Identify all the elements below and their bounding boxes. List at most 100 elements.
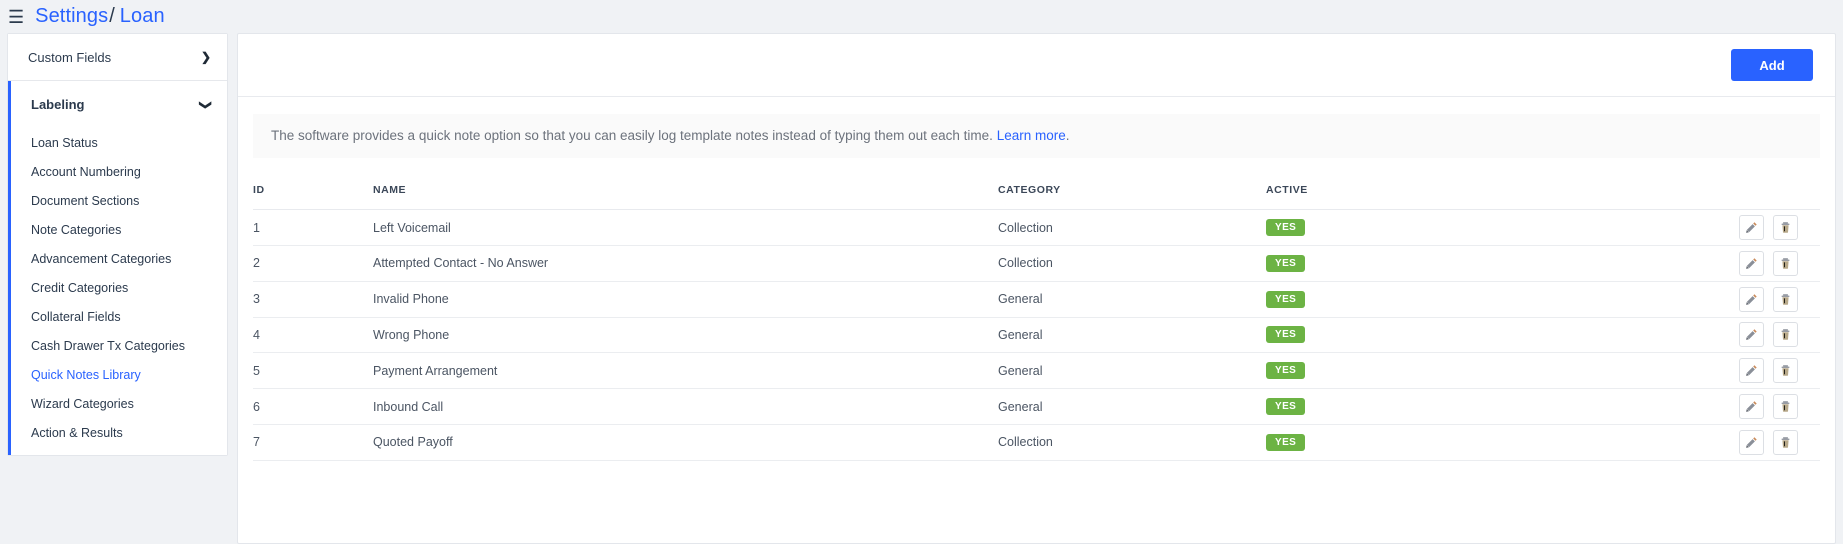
status-badge-active: YES xyxy=(1266,433,1306,451)
breadcrumb-loan[interactable]: Loan xyxy=(120,5,165,28)
table-body: 1 Left Voicemail Collection YES 2 Attempted C… xyxy=(253,209,1820,461)
quick-notes-table: ID NAME CATEGORY ACTIVE 1 Left Voicemail C… xyxy=(253,158,1820,461)
cell-name: Quoted Payoff xyxy=(373,424,998,461)
status-badge-active: YES xyxy=(1266,398,1306,416)
table-row[interactable]: 6 Inbound Call General YES xyxy=(253,388,1820,425)
sidebar-item-account-numbering[interactable]: Account Numbering xyxy=(11,157,227,186)
cell-active: YES xyxy=(1266,281,1721,318)
table-row[interactable]: 4 Wrong Phone General YES xyxy=(253,317,1820,354)
delete-trash-icon[interactable] xyxy=(1773,394,1798,420)
cell-actions xyxy=(1721,352,1820,390)
status-badge-active: YES xyxy=(1266,362,1306,380)
add-button[interactable]: Add xyxy=(1731,49,1813,81)
cell-actions xyxy=(1721,317,1820,354)
delete-trash-icon[interactable] xyxy=(1773,322,1798,348)
table-row[interactable]: 2 Attempted Contact - No Answer Collection… xyxy=(253,245,1820,282)
cell-category: Collection xyxy=(998,209,1266,246)
cell-id: 5 xyxy=(253,352,373,390)
sidebar-item-labeling[interactable]: Labeling ❯ xyxy=(11,81,227,128)
chevron-down-icon[interactable]: ❯ xyxy=(199,99,213,109)
cell-id: 2 xyxy=(253,245,373,282)
hamburger-icon[interactable]: ☰ xyxy=(8,8,24,26)
cell-actions xyxy=(1721,388,1820,425)
row-action-group xyxy=(1721,250,1820,276)
column-header-active[interactable]: ACTIVE xyxy=(1266,158,1721,211)
edit-pencil-icon[interactable] xyxy=(1739,215,1764,241)
sidebar-item-advancement-categories[interactable]: Advancement Categories xyxy=(11,244,227,273)
breadcrumb-separator: / xyxy=(109,5,115,27)
column-header-actions xyxy=(1721,158,1820,211)
cell-category: General xyxy=(998,388,1266,425)
table-header: ID NAME CATEGORY ACTIVE xyxy=(253,158,1820,211)
cell-actions xyxy=(1721,209,1820,246)
cell-actions xyxy=(1721,245,1820,282)
cell-id: 6 xyxy=(253,388,373,425)
edit-pencil-icon[interactable] xyxy=(1739,358,1764,384)
app-header: ☰ Settings / Loan xyxy=(0,0,1843,33)
cell-category: Collection xyxy=(998,245,1266,282)
cell-active: YES xyxy=(1266,317,1721,354)
table-row[interactable]: 3 Invalid Phone General YES xyxy=(253,281,1820,318)
cell-name: Invalid Phone xyxy=(373,281,998,318)
cell-active: YES xyxy=(1266,245,1721,282)
info-banner-period: . xyxy=(1065,128,1070,143)
sidebar-item-cash-drawer-tx-categories[interactable]: Cash Drawer Tx Categories xyxy=(11,331,227,360)
sidebar-item-collateral-fields[interactable]: Collateral Fields xyxy=(11,302,227,331)
cell-active: YES xyxy=(1266,424,1721,461)
sidebar-item-action-and-results[interactable]: Action & Results xyxy=(11,418,227,447)
main-content-card: Add The software provides a quick note o… xyxy=(237,33,1836,544)
row-action-group xyxy=(1721,322,1820,348)
breadcrumb-settings[interactable]: Settings xyxy=(35,5,108,28)
cell-name: Attempted Contact - No Answer xyxy=(373,245,998,282)
row-action-group xyxy=(1721,215,1820,241)
cell-active: YES xyxy=(1266,388,1721,425)
learn-more-link[interactable]: Learn more xyxy=(997,128,1066,143)
edit-pencil-icon[interactable] xyxy=(1739,394,1764,420)
cell-name: Payment Arrangement xyxy=(373,352,998,390)
edit-pencil-icon[interactable] xyxy=(1739,286,1764,312)
row-action-group xyxy=(1721,394,1820,420)
cell-category: General xyxy=(998,352,1266,390)
cell-active: YES xyxy=(1266,352,1721,390)
cell-category: Collection xyxy=(998,424,1266,461)
edit-pencil-icon[interactable] xyxy=(1739,429,1764,455)
sidebar-item-custom-fields[interactable]: Custom Fields ❯ xyxy=(8,34,227,81)
sidebar-item-custom-fields-label: Custom Fields xyxy=(28,49,112,65)
page-body: Custom Fields ❯ Labeling ❯ Loan Status A… xyxy=(0,33,1843,544)
table-row[interactable]: 5 Payment Arrangement General YES xyxy=(253,352,1820,390)
chevron-right-icon[interactable]: ❯ xyxy=(201,51,211,63)
delete-trash-icon[interactable] xyxy=(1773,429,1798,455)
table-row[interactable]: 7 Quoted Payoff Collection YES xyxy=(253,424,1820,461)
edit-pencil-icon[interactable] xyxy=(1739,322,1764,348)
column-header-name[interactable]: NAME xyxy=(373,158,998,211)
delete-trash-icon[interactable] xyxy=(1773,358,1798,384)
column-header-id[interactable]: ID xyxy=(253,158,373,211)
table-row[interactable]: 1 Left Voicemail Collection YES xyxy=(253,209,1820,246)
sidebar-item-document-sections[interactable]: Document Sections xyxy=(11,186,227,215)
content-toolbar: Add xyxy=(238,34,1835,97)
sidebar-item-quick-notes-library[interactable]: Quick Notes Library xyxy=(11,360,227,389)
info-banner-text: The software provides a quick note optio… xyxy=(271,128,993,143)
sidebar-labeling-links: Loan Status Account Numbering Document S… xyxy=(11,128,227,455)
cell-id: 4 xyxy=(253,317,373,354)
sidebar-item-wizard-categories[interactable]: Wizard Categories xyxy=(11,389,227,418)
sidebar-item-credit-categories[interactable]: Credit Categories xyxy=(11,273,227,302)
cell-name: Wrong Phone xyxy=(373,317,998,354)
delete-trash-icon[interactable] xyxy=(1773,250,1798,276)
cell-actions xyxy=(1721,281,1820,318)
cell-name: Inbound Call xyxy=(373,388,998,425)
delete-trash-icon[interactable] xyxy=(1773,215,1798,241)
status-badge-active: YES xyxy=(1266,254,1306,272)
delete-trash-icon[interactable] xyxy=(1773,286,1798,312)
row-action-group xyxy=(1721,286,1820,312)
status-badge-active: YES xyxy=(1266,326,1306,344)
sidebar-group-labeling: Labeling ❯ Loan Status Account Numbering… xyxy=(8,81,227,455)
sidebar-item-note-categories[interactable]: Note Categories xyxy=(11,215,227,244)
edit-pencil-icon[interactable] xyxy=(1739,250,1764,276)
cell-category: General xyxy=(998,317,1266,354)
cell-category: General xyxy=(998,281,1266,318)
sidebar-item-loan-status[interactable]: Loan Status xyxy=(11,128,227,157)
sidebar-item-labeling-label: Labeling xyxy=(31,97,85,112)
row-action-group xyxy=(1721,429,1820,455)
column-header-category[interactable]: CATEGORY xyxy=(998,158,1266,211)
